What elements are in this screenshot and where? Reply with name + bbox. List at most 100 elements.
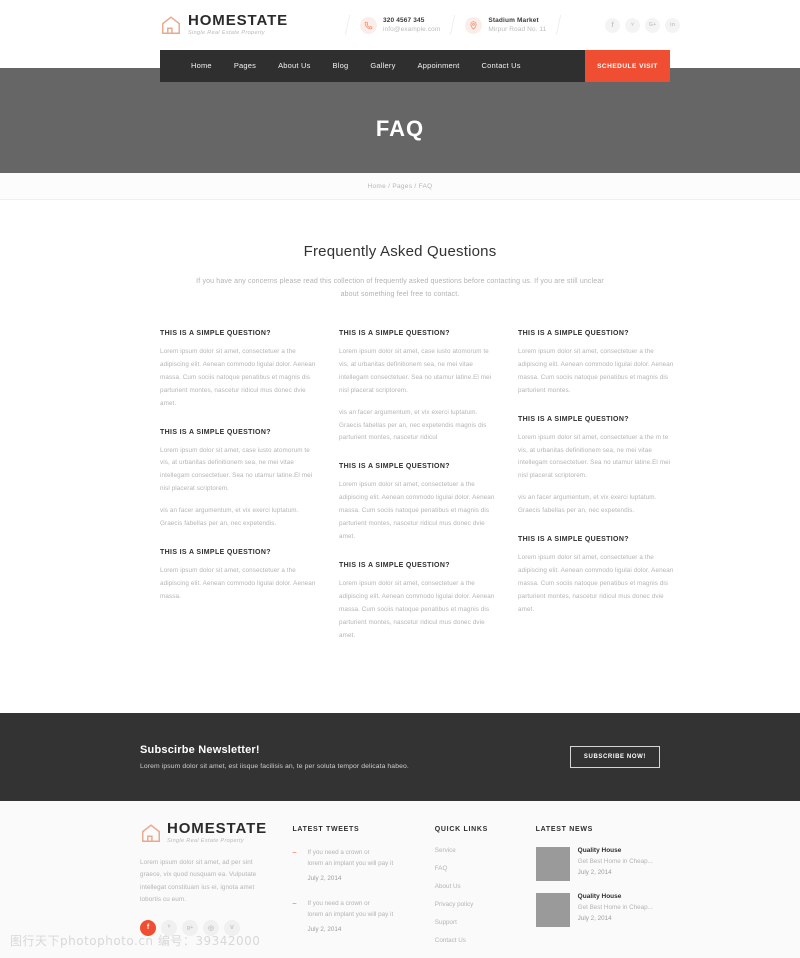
faq-answer: Lorem ipsum dolor sit amet, consectetuer… — [518, 554, 674, 613]
breadcrumb[interactable]: Home / Pages / FAQ — [367, 183, 432, 190]
address-market: Stadium Market — [488, 16, 539, 24]
footer-latestnews-title: LATEST NEWS — [535, 826, 594, 833]
faq-item[interactable]: THIS IS A SIMPLE QUESTION? Lorem ipsum d… — [339, 562, 500, 643]
footer-quicklinks-column: QUICK LINKS Service FAQ About Us Privacy… — [435, 821, 518, 955]
address-street: Mirpur Road No. 11 — [488, 26, 547, 33]
news-desc: Get Best Home in Cheap... — [577, 904, 653, 911]
tweet-line-2: lorem an implant you will pay it — [307, 911, 394, 919]
faq-answer: Lorem ipsum dolor sit amet, consectetuer… — [160, 348, 316, 407]
faq-answer: Lorem ipsum dolor sit amet, case iusto a… — [160, 446, 313, 493]
faq-question: THIS IS A SIMPLE QUESTION? — [339, 561, 450, 569]
contact-phone: 320 4567 345 info@example.com — [360, 16, 440, 35]
faq-item[interactable]: THIS IS A SIMPLE QUESTION? Lorem ipsum d… — [518, 416, 679, 518]
faq-question: THIS IS A SIMPLE QUESTION? — [160, 330, 271, 337]
twitter-icon[interactable]: ᵛ — [625, 17, 640, 33]
facebook-icon[interactable]: f — [605, 17, 620, 33]
main-navigation: Home Pages About Us Blog Gallery Appoinm… — [160, 50, 670, 82]
faq-item[interactable]: THIS IS A SIMPLE QUESTION? Lorem ipsum d… — [160, 549, 321, 604]
faq-item[interactable]: THIS IS A SIMPLE QUESTION? Lorem ipsum d… — [160, 429, 321, 531]
footer-quicklinks-title: QUICK LINKS — [434, 826, 488, 833]
nav-item-blog[interactable]: Blog — [322, 50, 360, 82]
quicklink-about-us[interactable]: About Us — [435, 883, 518, 890]
tweet-line-2: lorem an implant you will pay it — [307, 860, 394, 868]
email-address: info@example.com — [383, 26, 441, 33]
news-thumbnail — [535, 847, 570, 881]
footer-brand-tagline: Single Real Estate Property — [167, 838, 245, 844]
tweet-item[interactable]: – If you need a crown or lorem an implan… — [292, 847, 416, 884]
quicklink-privacy-policy[interactable]: Privacy policy — [435, 901, 518, 908]
faq-question: THIS IS A SIMPLE QUESTION? — [339, 463, 450, 471]
faq-answer: vis an facer argumentum, et vix exerci l… — [518, 494, 657, 515]
faq-item[interactable]: THIS IS A SIMPLE QUESTION? Lorem ipsum d… — [518, 330, 679, 398]
tweet-item[interactable]: – If you need a crown or lorem an implan… — [292, 898, 416, 935]
nav-items: Home Pages About Us Blog Gallery Appoinm… — [160, 50, 532, 82]
newsletter-title: Subscirbe Newsletter! — [140, 744, 260, 756]
news-title: Quality House — [577, 893, 622, 900]
faq-answer: Lorem ipsum dolor sit amet, consectetuer… — [339, 579, 495, 639]
news-item[interactable]: Quality House Get Best Home in Cheap... … — [535, 847, 660, 881]
news-title: Quality House — [577, 847, 622, 854]
faq-question: THIS IS A SIMPLE QUESTION? — [160, 548, 271, 556]
nav-item-pages[interactable]: Pages — [223, 50, 267, 82]
nav-item-about-us[interactable]: About Us — [267, 50, 321, 82]
newsletter-inner: Subscirbe Newsletter! Lorem ipsum dolor … — [140, 713, 660, 801]
news-thumbnail — [535, 893, 570, 927]
brand-name: HOMESTATE — [188, 12, 289, 30]
faq-item[interactable]: THIS IS A SIMPLE QUESTION? Lorem ipsum d… — [518, 536, 679, 617]
watermark: 图行天下photophoto.cn 编号：39342000 — [10, 934, 261, 948]
footer-brand-name: HOMESTATE — [167, 820, 268, 837]
topbar: HOMESTATE Single Real Estate Property 32… — [0, 0, 800, 50]
twitter-bird-icon: – — [292, 849, 297, 856]
faq-subheading: If you have any concerns please read thi… — [196, 278, 604, 298]
quicklink-faq[interactable]: FAQ — [435, 865, 518, 872]
nav-item-gallery[interactable]: Gallery — [359, 50, 406, 82]
faq-answer: vis an facer argumentum, et vix exerci l… — [339, 408, 487, 442]
faq-item[interactable]: THIS IS A SIMPLE QUESTION? Lorem ipsum d… — [160, 330, 321, 411]
nav-item-contact-us[interactable]: Contact Us — [471, 50, 532, 82]
faq-answer: Lorem ipsum dolor sit amet, consectetuer… — [160, 566, 316, 600]
faq-question: THIS IS A SIMPLE QUESTION? — [518, 330, 629, 337]
tweet-date: July 2, 2014 — [307, 875, 342, 883]
faq-heading: Frequently Asked Questions — [303, 243, 497, 260]
subscribe-now-button[interactable]: SUBSCRIBE NOW! — [569, 746, 660, 768]
topbar-inner: HOMESTATE Single Real Estate Property 32… — [160, 0, 680, 50]
quicklink-support[interactable]: Support — [435, 919, 518, 926]
tweet-line-1: If you need a crown or — [307, 849, 370, 856]
divider — [556, 15, 562, 35]
nav-item-home[interactable]: Home — [180, 50, 223, 82]
faq-columns: THIS IS A SIMPLE QUESTION? Lorem ipsum d… — [160, 330, 680, 660]
brand-logo[interactable]: HOMESTATE Single Real Estate Property — [160, 13, 335, 37]
divider — [450, 15, 456, 35]
brand-tagline: Single Real Estate Property — [188, 30, 266, 37]
faq-answer: Lorem ipsum dolor sit amet, consectetuer… — [518, 433, 671, 480]
topbar-socials: f ᵛ G+ in — [605, 17, 680, 33]
footer-latestnews-column: LATEST NEWS Quality House Get Best Home … — [535, 821, 660, 955]
google-plus-icon[interactable]: G+ — [645, 17, 660, 33]
schedule-visit-button[interactable]: SCHEDULE VISIT — [585, 50, 670, 82]
faq-column-3: THIS IS A SIMPLE QUESTION? Lorem ipsum d… — [518, 330, 679, 660]
faq-item[interactable]: THIS IS A SIMPLE QUESTION? Lorem ipsum d… — [339, 463, 500, 544]
tweet-line-1: If you need a crown or — [307, 900, 370, 908]
footer-brand-logo[interactable]: HOMESTATE Single Real Estate Property — [140, 821, 274, 845]
quicklink-contact-us[interactable]: Contact Us — [435, 937, 518, 944]
nav-item-appoinment[interactable]: Appoinment — [407, 50, 471, 82]
quicklink-service[interactable]: Service — [435, 847, 518, 854]
faq-column-1: THIS IS A SIMPLE QUESTION? Lorem ipsum d… — [160, 330, 321, 660]
news-item[interactable]: Quality House Get Best Home in Cheap... … — [535, 893, 660, 927]
faq-item[interactable]: THIS IS A SIMPLE QUESTION? Lorem ipsum d… — [339, 330, 500, 445]
linkedin-icon[interactable]: in — [665, 17, 680, 33]
news-desc: Get Best Home in Cheap... — [577, 858, 653, 865]
breadcrumb-bar: Home / Pages / FAQ — [0, 173, 800, 200]
faq-question: THIS IS A SIMPLE QUESTION? — [518, 415, 629, 423]
tweet-date: July 2, 2014 — [307, 926, 342, 934]
phone-icon — [360, 16, 377, 34]
news-date: July 2, 2014 — [577, 869, 612, 876]
newsletter-section: Subscirbe Newsletter! Lorem ipsum dolor … — [0, 713, 800, 801]
house-icon — [140, 822, 162, 844]
faq-answer: Lorem ipsum dolor sit amet, case iusto a… — [339, 348, 492, 394]
twitter-bird-icon: – — [292, 900, 297, 908]
footer-about-text: Lorem ipsum dolor sit amet, ad per sint … — [140, 858, 257, 904]
news-date: July 2, 2014 — [577, 915, 612, 922]
faq-question: THIS IS A SIMPLE QUESTION? — [518, 536, 629, 544]
faq-answer: vis an facer argumentum, et vix exerci l… — [160, 507, 299, 528]
